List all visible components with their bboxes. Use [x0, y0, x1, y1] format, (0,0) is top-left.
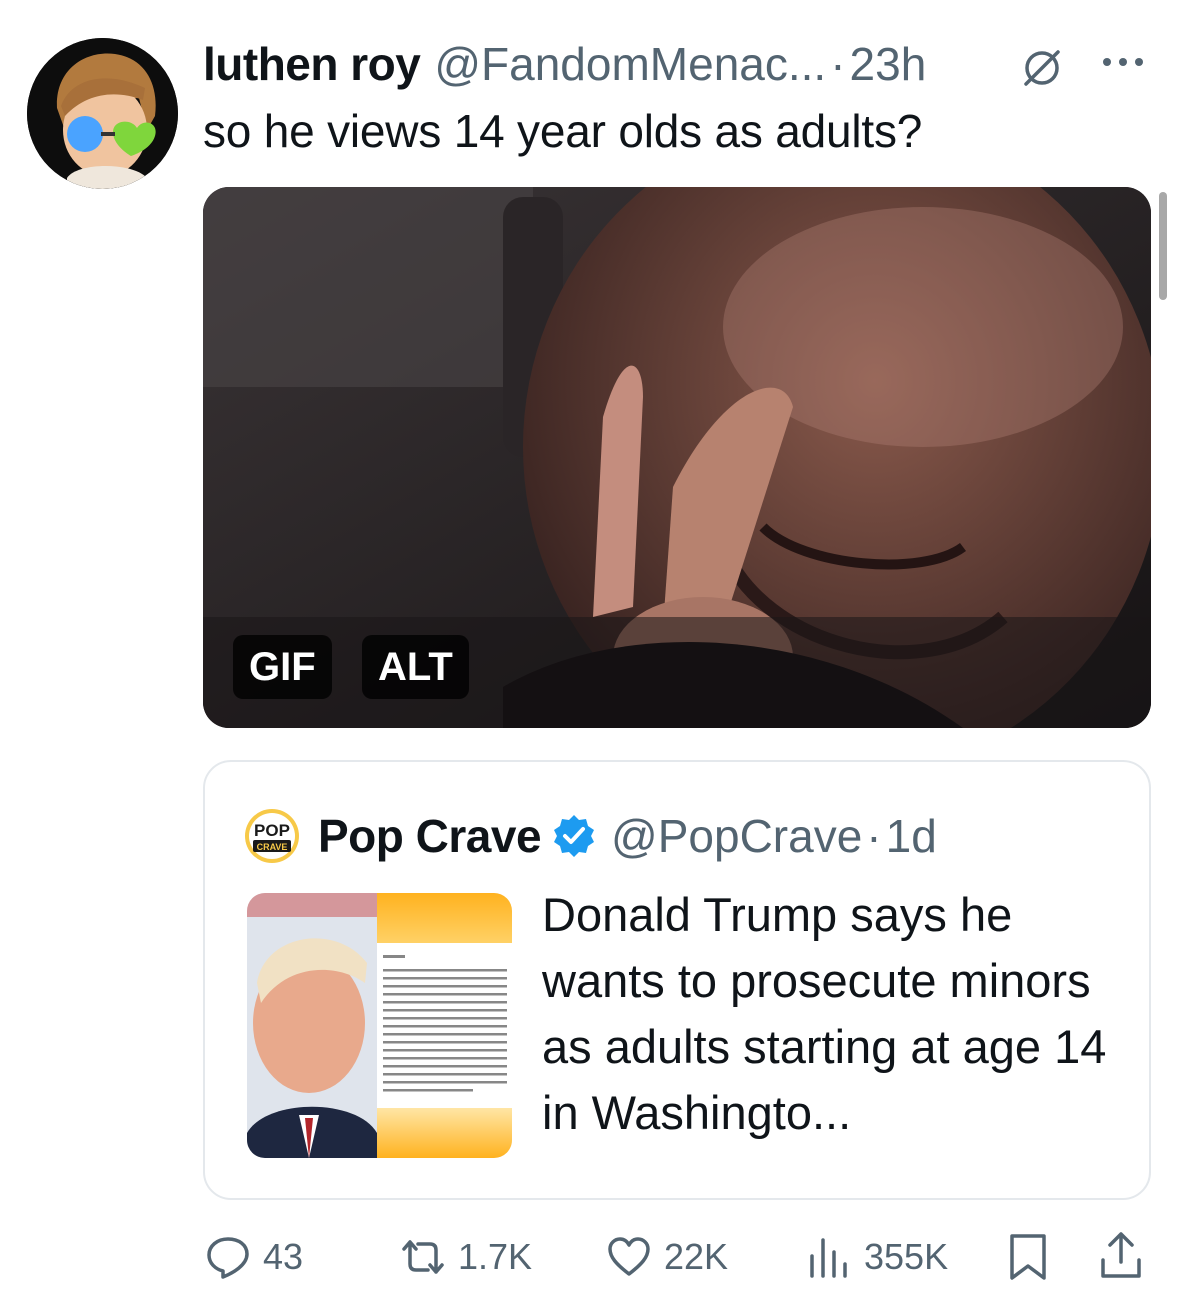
tweet-media-gif[interactable] [203, 187, 1151, 728]
tweet-header: luthen roy @FandomMenac... · 23h [203, 36, 926, 92]
reply-icon [207, 1237, 249, 1279]
bookmark-icon[interactable] [1005, 1232, 1051, 1282]
quoted-tweet-thumbnail[interactable] [247, 893, 512, 1158]
gif-badge: GIF [233, 635, 332, 699]
separator-dot: · [830, 38, 846, 90]
avatar-cartoon-glasses-icon [27, 38, 178, 189]
popcrave-logo-icon[interactable]: POP CRAVE [244, 808, 300, 864]
heart-icon [608, 1237, 650, 1276]
tweet-timestamp[interactable]: 23h [850, 37, 927, 91]
tweet-text: so he views 14 year olds as adults? [203, 105, 923, 157]
author-handle[interactable]: @FandomMenac... [434, 37, 826, 91]
grok-icon[interactable] [1018, 44, 1066, 92]
quoted-tweet-header: POP CRAVE Pop Crave @PopCrave · 1d [244, 806, 937, 866]
like-count: 22K [664, 1236, 729, 1277]
svg-text:POP: POP [254, 821, 290, 840]
alt-text-button[interactable]: ALT [362, 635, 469, 699]
more-options-icon[interactable] [1099, 52, 1147, 72]
analytics-bars-icon [810, 1238, 847, 1278]
author-display-name[interactable]: luthen roy [203, 37, 421, 91]
repost-icon [402, 1240, 444, 1274]
repost-button[interactable]: 1.7K [400, 1227, 532, 1287]
scrollbar-thumb[interactable] [1159, 192, 1167, 300]
share-icon[interactable] [1097, 1230, 1145, 1282]
quoted-display-name[interactable]: Pop Crave [318, 809, 542, 863]
reply-count: 43 [263, 1236, 304, 1277]
view-count: 355K [864, 1236, 949, 1277]
reply-button[interactable]: 43 [205, 1227, 303, 1287]
repost-count: 1.7K [458, 1236, 533, 1277]
like-button[interactable]: 22K [606, 1227, 728, 1287]
author-avatar[interactable] [27, 38, 178, 189]
quoted-handle[interactable]: @PopCrave [611, 809, 862, 863]
quoted-separator-dot: · [866, 810, 882, 862]
verified-badge-icon [554, 815, 595, 857]
quoted-tweet-text: Donald Trump says he wants to prosecute … [542, 888, 1107, 1139]
views-button[interactable]: 355K [806, 1227, 948, 1287]
gif-frame-image [203, 187, 1151, 728]
svg-text:CRAVE: CRAVE [257, 842, 288, 852]
quoted-timestamp[interactable]: 1d [886, 809, 937, 863]
trump-thumbnail-image [247, 893, 512, 1158]
